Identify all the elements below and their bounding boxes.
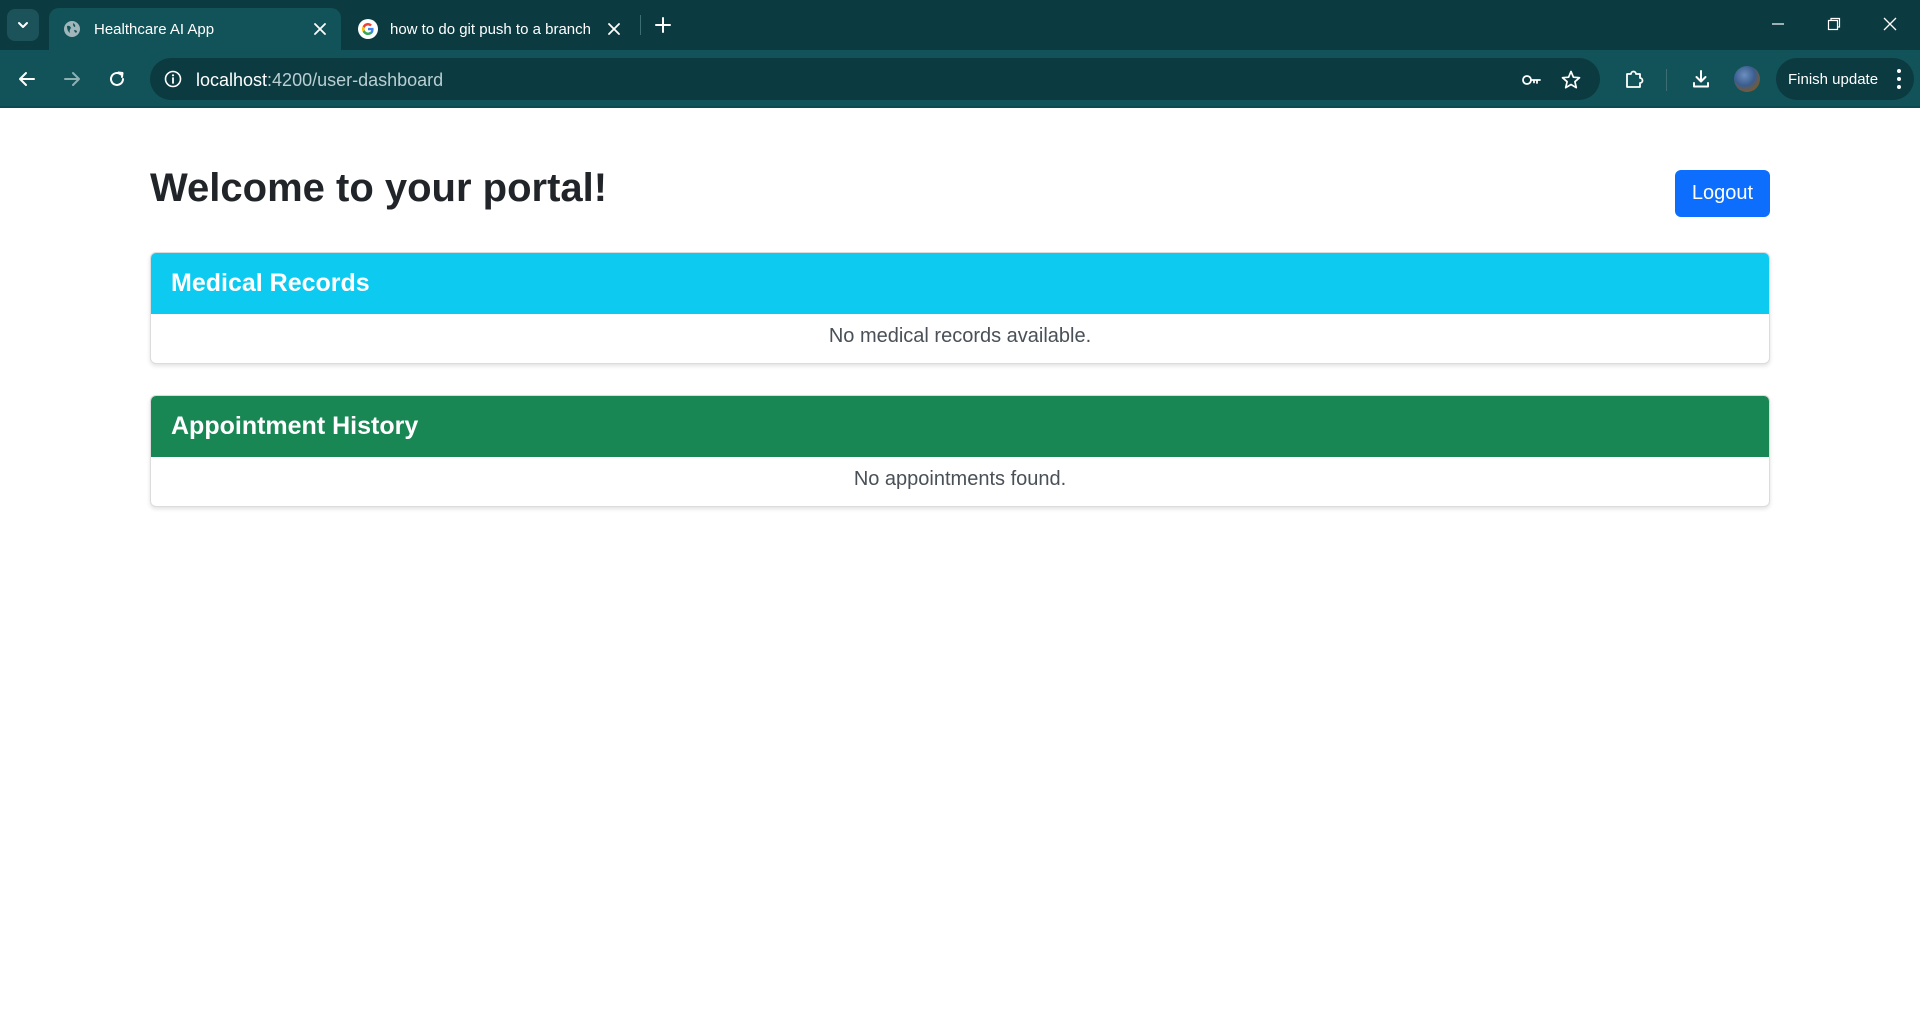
star-icon[interactable] bbox=[1558, 67, 1584, 93]
page-title: Welcome to your portal! bbox=[150, 166, 608, 210]
downloads-button[interactable] bbox=[1684, 62, 1718, 96]
close-tab-icon[interactable] bbox=[601, 16, 627, 42]
restore-button[interactable] bbox=[1806, 0, 1862, 48]
chevron-down-icon bbox=[18, 22, 28, 28]
new-tab-button[interactable] bbox=[650, 12, 676, 38]
extensions-button[interactable] bbox=[1617, 62, 1651, 96]
close-icon bbox=[1883, 17, 1897, 31]
google-icon bbox=[358, 19, 378, 39]
plus-icon bbox=[655, 17, 671, 33]
forward-button[interactable] bbox=[55, 62, 89, 96]
medical-records-header: Medical Records bbox=[151, 253, 1769, 314]
toolbar-separator bbox=[1666, 69, 1667, 91]
tab-title: how to do git push to a branch bbox=[390, 20, 591, 38]
logout-button[interactable]: Logout bbox=[1675, 170, 1770, 217]
tab-healthcare-ai-app[interactable]: Healthcare AI App bbox=[49, 8, 341, 50]
reload-button[interactable] bbox=[100, 62, 134, 96]
close-tab-icon[interactable] bbox=[307, 16, 333, 42]
back-button[interactable] bbox=[10, 62, 44, 96]
puzzle-icon bbox=[1626, 70, 1644, 88]
appointment-history-empty-text: No appointments found. bbox=[853, 468, 1067, 490]
browser-toolbar: localhost:4200/user-dashboard Finish upd… bbox=[0, 50, 1920, 108]
page-content: Welcome to your portal! Logout Medical R… bbox=[0, 110, 1920, 1030]
close-window-button[interactable] bbox=[1862, 0, 1918, 48]
medical-records-empty-text: No medical records available. bbox=[828, 325, 1092, 347]
tab-separator bbox=[640, 15, 641, 35]
profile-avatar[interactable] bbox=[1734, 66, 1760, 92]
browser-tab-strip: Healthcare AI App how to do git push to … bbox=[0, 0, 1920, 50]
url-path: :4200/user-dashboard bbox=[267, 70, 444, 90]
key-icon[interactable] bbox=[1518, 67, 1544, 93]
url-text[interactable]: localhost:4200/user-dashboard bbox=[196, 70, 443, 91]
url-host: localhost bbox=[196, 70, 268, 90]
minimize-button[interactable] bbox=[1750, 0, 1806, 48]
restore-icon bbox=[1827, 17, 1841, 31]
medical-records-card: Medical Records No medical records avail… bbox=[150, 252, 1770, 364]
finish-update-button[interactable]: Finish update bbox=[1776, 58, 1914, 100]
address-bar[interactable]: localhost:4200/user-dashboard bbox=[150, 58, 1600, 100]
tab-search-button[interactable] bbox=[7, 9, 39, 41]
arrow-left-icon bbox=[19, 72, 35, 86]
appointment-history-card: Appointment History No appointments foun… bbox=[150, 395, 1770, 507]
download-icon bbox=[1693, 70, 1709, 88]
tab-title: Healthcare AI App bbox=[94, 20, 215, 38]
globe-icon bbox=[62, 19, 82, 39]
arrow-right-icon bbox=[64, 72, 80, 86]
appointment-history-header: Appointment History bbox=[151, 396, 1769, 457]
more-menu-icon[interactable] bbox=[1896, 69, 1902, 89]
finish-update-label: Finish update bbox=[1788, 70, 1879, 88]
tab-git-push-search[interactable]: how to do git push to a branch bbox=[345, 8, 635, 50]
minimize-icon bbox=[1772, 23, 1784, 25]
site-info-icon[interactable] bbox=[160, 66, 186, 92]
reload-icon bbox=[110, 71, 124, 86]
